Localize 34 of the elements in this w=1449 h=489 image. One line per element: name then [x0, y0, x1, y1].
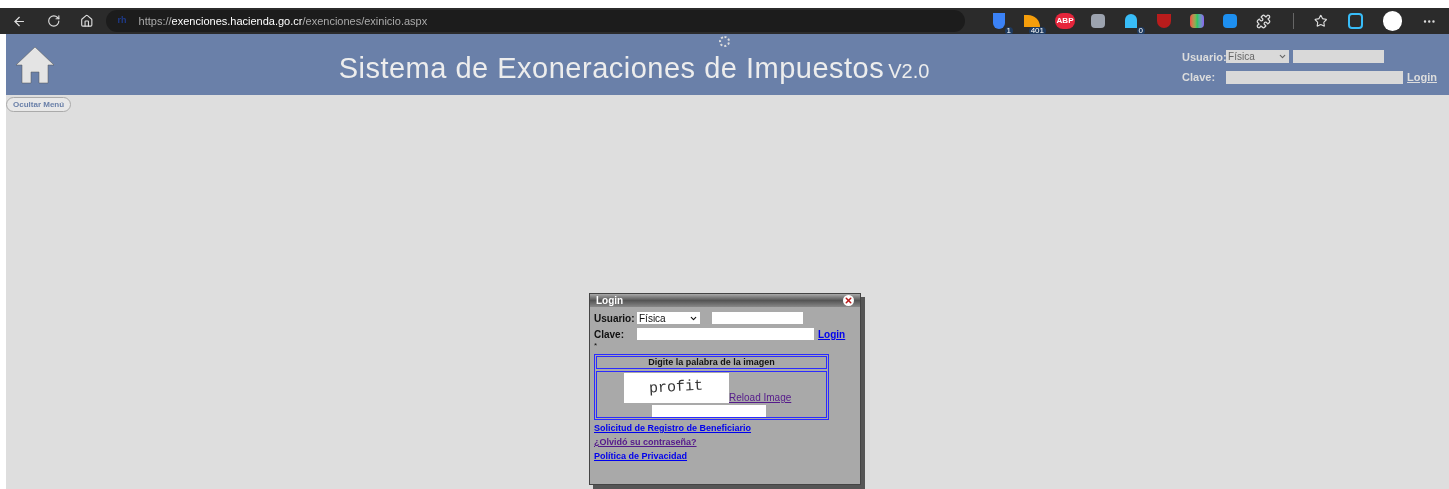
- dialog-link[interactable]: ¿Olvidó su contraseña?: [594, 436, 697, 449]
- page-title: Sistema de Exoneraciones de Impuestos: [338, 53, 885, 83]
- user-field[interactable]: [1293, 50, 1385, 64]
- required-mark: *: [594, 342, 599, 352]
- password-field[interactable]: [1226, 70, 1404, 84]
- profile-avatar[interactable]: [1383, 11, 1403, 31]
- password-label: Clave:: [594, 327, 625, 342]
- site-initials: rh: [117, 14, 127, 28]
- login-link[interactable]: Login: [1407, 69, 1437, 86]
- user-label: Usuario:: [594, 311, 633, 326]
- loading-icon: [719, 36, 730, 47]
- password-field[interactable]: [637, 328, 814, 340]
- user-type-select[interactable]: Física: [637, 312, 700, 324]
- dialog-link[interactable]: Solicitud de Registro de Beneficiario: [594, 422, 752, 435]
- close-icon[interactable]: [843, 295, 854, 306]
- user-type-select[interactable]: Física: [1226, 50, 1290, 64]
- dialog-link[interactable]: Política de Privacidad: [594, 450, 688, 463]
- reload-image-link[interactable]: Reload Image: [729, 393, 799, 403]
- collections-icon[interactable]: [1347, 13, 1364, 29]
- user-field[interactable]: [712, 312, 803, 324]
- address-bar[interactable]: rh https://exenciones.hacienda.go.cr/exenciones/exinicio.aspx: [105, 10, 966, 32]
- hide-menu-button[interactable]: Ocultar Menú: [6, 97, 72, 112]
- captcha-heading: Digite la palabra de la imagen: [596, 356, 827, 369]
- version-label: V2.0: [888, 58, 930, 84]
- login-link[interactable]: Login: [818, 326, 846, 342]
- reload-icon[interactable]: [46, 14, 61, 28]
- home-icon[interactable]: [80, 14, 94, 28]
- favorites-icon[interactable]: [1314, 14, 1328, 28]
- captcha-image: profit: [624, 373, 729, 403]
- dialog-title: Login: [596, 294, 624, 308]
- url-text: https://exenciones.hacienda.go.cr/exenciones/exinicio.aspx: [138, 13, 428, 29]
- password-label: Clave:: [1182, 70, 1217, 85]
- captcha-field[interactable]: [652, 405, 766, 417]
- adblock-icon[interactable]: ABP: [1055, 13, 1076, 29]
